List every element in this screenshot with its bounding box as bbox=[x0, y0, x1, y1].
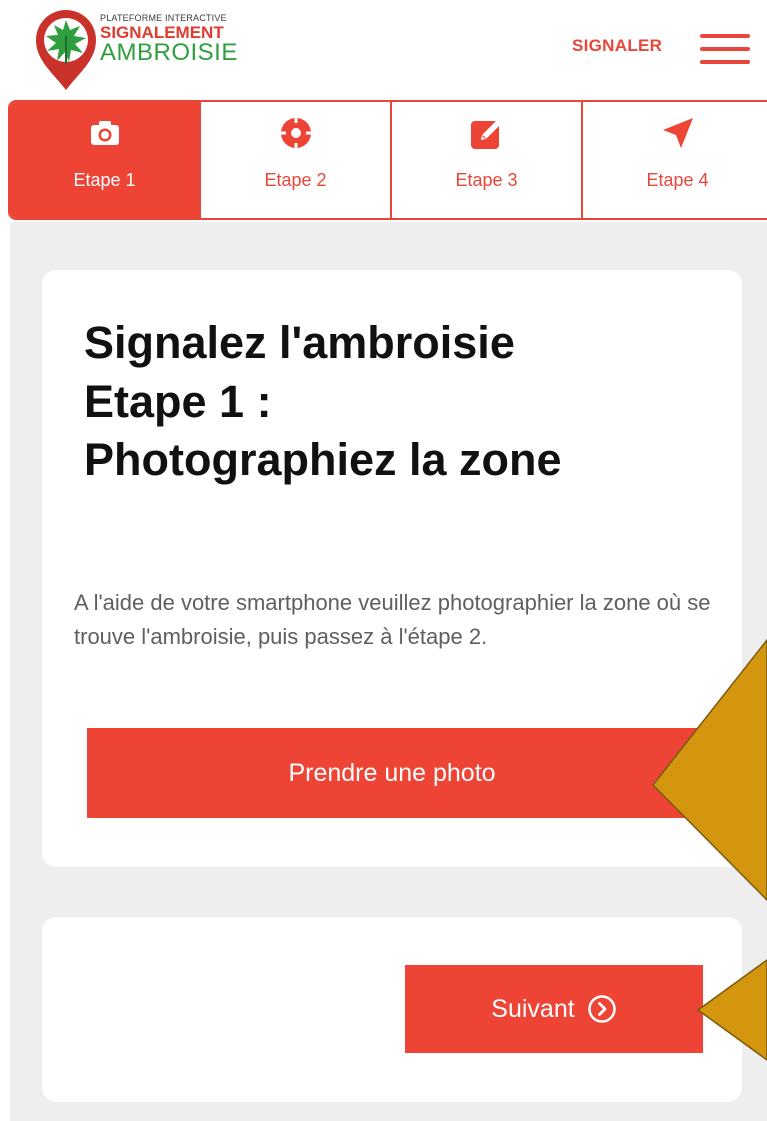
title-line-3: Photographiez la zone bbox=[84, 434, 562, 485]
location-target-icon bbox=[278, 116, 313, 150]
next-button-label: Suivant bbox=[491, 994, 575, 1023]
tab-label: Etape 4 bbox=[646, 170, 709, 190]
tab-label: Etape 2 bbox=[264, 170, 327, 190]
page: PLATEFORME INTERACTIVE SIGNALEMENT AMBRO… bbox=[0, 0, 767, 1121]
title-line-2: Etape 1 : bbox=[84, 375, 272, 427]
instructions-text: A l'aide de votre smartphone veuillez ph… bbox=[74, 590, 711, 649]
logo-tagline: PLATEFORME INTERACTIVE bbox=[100, 13, 227, 23]
logo[interactable]: PLATEFORME INTERACTIVE SIGNALEMENT AMBRO… bbox=[30, 6, 290, 92]
tab-etape-3[interactable]: Etape 3 bbox=[392, 102, 583, 218]
next-button[interactable]: Suivant bbox=[405, 965, 703, 1053]
take-photo-button[interactable]: Prendre une photo bbox=[87, 728, 697, 818]
step-card: Signalez l'ambroisie Etape 1 : Photograp… bbox=[42, 270, 742, 867]
tab-etape-1[interactable]: Etape 1 bbox=[10, 102, 201, 218]
main-content: Signalez l'ambroisie Etape 1 : Photograp… bbox=[10, 222, 767, 1121]
camera-icon bbox=[90, 121, 119, 145]
tab-label: Etape 3 bbox=[455, 170, 518, 190]
chevron-right-circle-icon bbox=[587, 995, 616, 1023]
page-title: Signalez l'ambroisie Etape 1 : Photograp… bbox=[84, 314, 724, 490]
signaler-link[interactable]: SIGNALER bbox=[572, 36, 662, 56]
logo-text: PLATEFORME INTERACTIVE SIGNALEMENT AMBRO… bbox=[100, 14, 238, 65]
title-line-1: Signalez l'ambroisie bbox=[84, 317, 515, 368]
tab-label: Etape 1 bbox=[73, 170, 136, 190]
step-tabs: Etape 1 Etape 2 Etape 3 Etape 4 bbox=[8, 100, 767, 220]
hamburger-menu-icon[interactable] bbox=[700, 34, 752, 64]
header: PLATEFORME INTERACTIVE SIGNALEMENT AMBRO… bbox=[0, 0, 767, 100]
logo-ambroisie: AMBROISIE bbox=[100, 39, 238, 66]
edit-pencil-icon bbox=[470, 119, 502, 149]
send-arrow-icon bbox=[662, 118, 693, 148]
tab-etape-2[interactable]: Etape 2 bbox=[201, 102, 392, 218]
navigation-card: Suivant bbox=[42, 917, 742, 1102]
logo-pin-icon bbox=[36, 10, 96, 90]
tab-etape-4[interactable]: Etape 4 bbox=[583, 102, 767, 218]
